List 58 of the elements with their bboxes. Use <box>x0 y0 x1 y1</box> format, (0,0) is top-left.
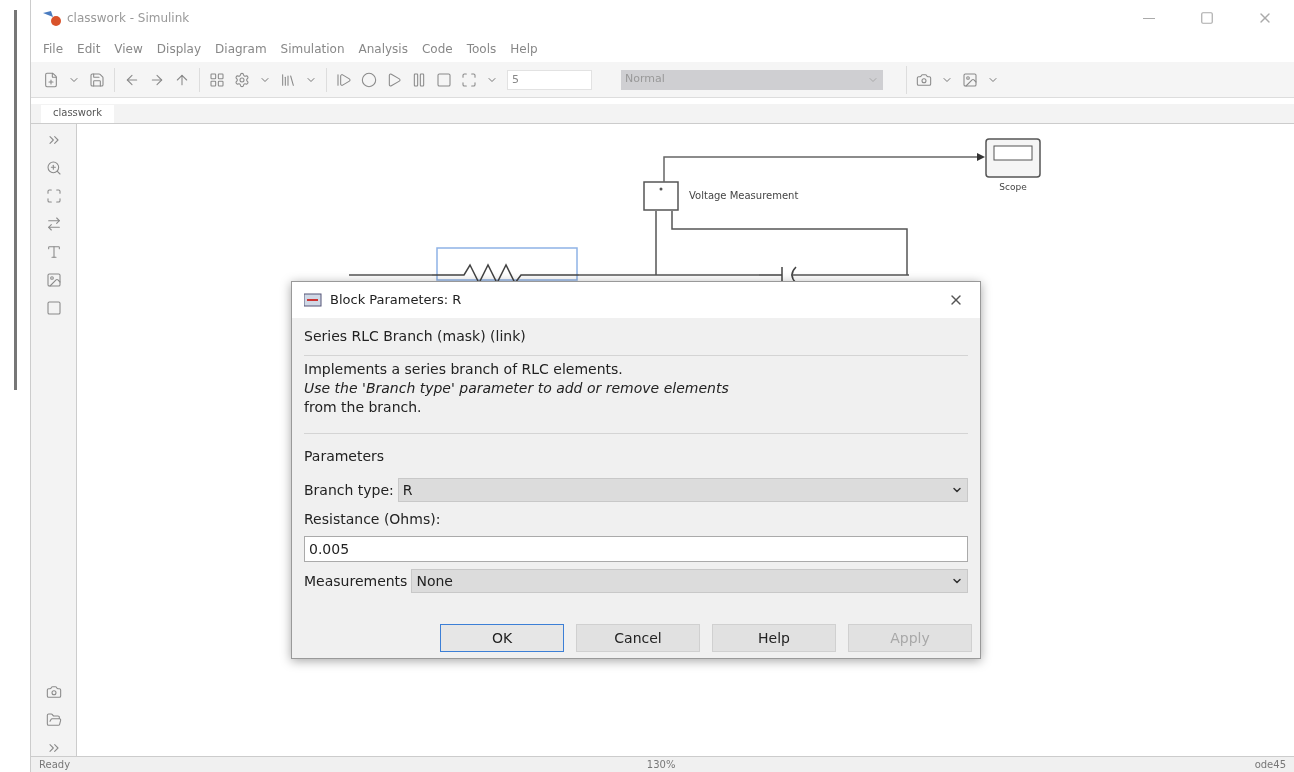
description-text: Implements a series branch of RLC elements. <box>304 360 624 379</box>
block-icon <box>304 293 322 307</box>
field-label: Measurements <box>304 571 408 591</box>
minimize-icon <box>1143 17 1155 19</box>
zoom-icon[interactable] <box>45 160 62 176</box>
simulation-mode-dropdown[interactable]: Normal <box>621 69 883 90</box>
app-logo-icon <box>41 9 63 27</box>
run-icon[interactable] <box>386 71 402 88</box>
camera-icon[interactable] <box>916 71 932 88</box>
stop-icon[interactable] <box>436 71 452 88</box>
menu-item[interactable]: Tools <box>466 40 497 58</box>
dialog-button[interactable]: OK <box>440 624 564 652</box>
image-icon[interactable] <box>962 71 978 88</box>
scope-block <box>985 138 1041 178</box>
pause-icon[interactable] <box>411 71 427 88</box>
new-model-icon[interactable] <box>43 71 59 88</box>
description-text: from the branch. <box>304 398 423 417</box>
block-type-heading: Series RLC Branch (mask) (link) <box>304 327 527 346</box>
text-icon[interactable] <box>45 244 62 260</box>
menu-item[interactable]: View <box>114 40 143 58</box>
menu-item[interactable]: Diagram <box>215 40 267 58</box>
status-text: Ready <box>39 758 72 772</box>
dialog-button[interactable]: Help <box>712 624 836 652</box>
block-label: Voltage Measurement <box>689 190 799 201</box>
menu-item[interactable]: Code <box>421 40 453 58</box>
fit-view-icon[interactable] <box>45 188 62 204</box>
menu-item[interactable]: Display <box>156 40 202 58</box>
section-title: Parameters <box>304 447 386 466</box>
menu-item[interactable]: Analysis <box>358 40 408 58</box>
settings-icon[interactable] <box>234 71 250 88</box>
dropdown[interactable]: R <box>397 478 968 502</box>
arrow-icon[interactable] <box>45 216 62 232</box>
status-text: ode45 <box>1254 758 1286 772</box>
folder-icon[interactable] <box>45 712 62 728</box>
frame-icon[interactable] <box>461 71 477 88</box>
status-text: 130% <box>646 758 677 772</box>
save-icon[interactable] <box>89 71 105 88</box>
menu-item[interactable]: Edit <box>77 40 101 58</box>
menu-item[interactable]: Help <box>510 40 538 58</box>
dialog-title: Block Parameters: R <box>330 291 462 310</box>
menu-item[interactable]: Simulation <box>280 40 345 58</box>
field-label: Resistance (Ohms): <box>304 510 442 529</box>
record-icon[interactable] <box>361 71 377 88</box>
input-field[interactable]: 0.005 <box>304 536 968 562</box>
camera-icon[interactable] <box>45 684 62 700</box>
window-title: classwork - Simulink <box>67 10 190 27</box>
menu-item[interactable]: File <box>43 40 64 58</box>
block-label: Scope <box>999 182 1027 192</box>
image-icon[interactable] <box>45 272 62 288</box>
voltage-measurement-block <box>643 181 679 211</box>
field-label: Branch type: <box>304 480 394 500</box>
area-icon[interactable] <box>45 300 62 316</box>
model-tab[interactable]: classwork <box>41 105 115 123</box>
stop-time-field[interactable]: 5 <box>507 69 592 90</box>
dropdown[interactable]: None <box>411 569 968 593</box>
maximize-icon <box>1200 11 1214 25</box>
dialog-button[interactable]: Cancel <box>576 624 700 652</box>
description-text: Use the 'Branch type' parameter to add or remove elements <box>304 379 730 398</box>
